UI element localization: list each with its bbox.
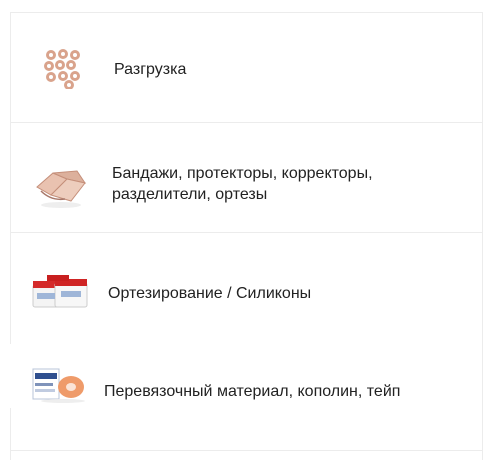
foam-rings-icon — [44, 49, 80, 89]
category-label: Разгрузка — [114, 61, 187, 78]
category-label-line1: Бандажи, протекторы, корректоры, — [112, 165, 373, 182]
category-list: Разгрузка Бандажи, протекторы, корректор… — [10, 12, 483, 460]
category-label: Ортезирование / Силиконы — [108, 285, 312, 302]
category-label-line2: разделители, ортезы — [112, 186, 268, 203]
category-item-dressings[interactable]: Перевязочный материал, кополин, тейп — [11, 343, 482, 451]
gel-bandage-icon — [36, 170, 87, 208]
panel-gap — [9, 344, 12, 408]
category-item-silicones[interactable]: Ортезирование / Силиконы — [11, 233, 482, 343]
category-label: Перевязочный материал, кополин, тейп — [104, 383, 401, 400]
category-item-bandages[interactable]: Бандажи, протекторы, корректоры, раздели… — [11, 123, 482, 233]
silicone-jars-icon — [32, 275, 88, 308]
tape-box-icon — [32, 368, 85, 403]
divider — [10, 450, 483, 451]
category-item-unloading[interactable]: Разгрузка — [11, 13, 482, 123]
